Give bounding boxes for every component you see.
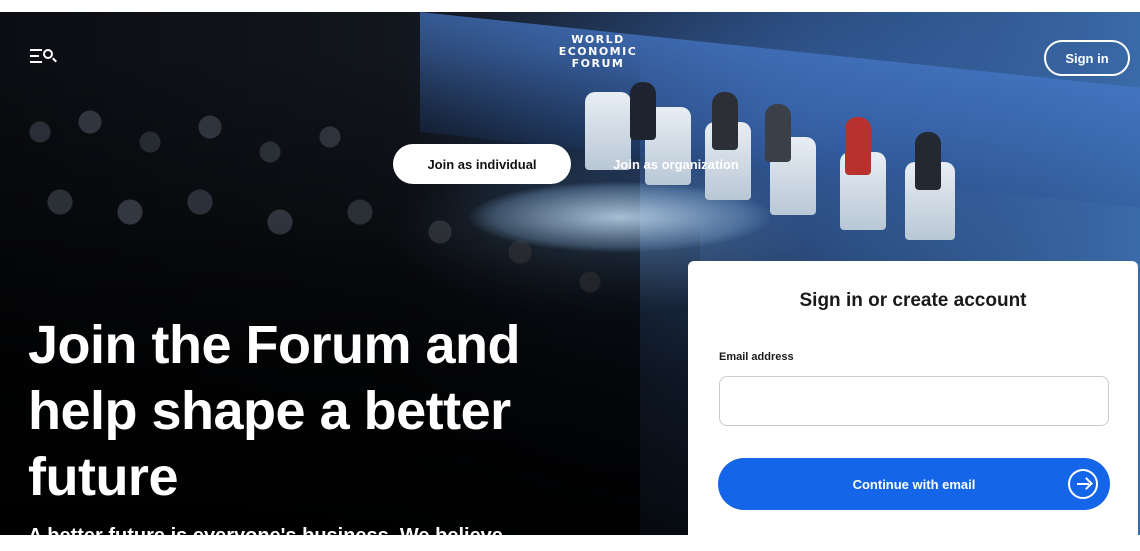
join-as-individual-tab[interactable]: Join as individual [393, 144, 571, 184]
join-as-organization-tab[interactable]: Join as organization [596, 144, 756, 184]
sign-in-button[interactable]: Sign in [1044, 40, 1130, 76]
panelist [765, 104, 791, 162]
continue-button-label: Continue with email [852, 476, 976, 492]
signin-card-title: Sign in or create account [799, 290, 1027, 311]
panelist [712, 92, 738, 150]
logo-line-forum: FORUM [571, 57, 625, 70]
menu-search-button[interactable] [30, 46, 60, 68]
signin-card: Sign in or create account Email address … [688, 261, 1138, 551]
menu-icon [30, 49, 42, 67]
panelist [915, 132, 941, 190]
hero-title-line: Join the Forum and [28, 315, 521, 375]
hero-subtitle-text: A better future is everyone's business. … [28, 525, 503, 535]
hero-title-line: help shape a better [28, 381, 511, 441]
continue-with-email-button[interactable]: Continue with email [718, 458, 1110, 510]
email-field[interactable] [719, 376, 1109, 426]
email-label: Email address [719, 351, 794, 363]
panelist [845, 117, 871, 175]
hero-subtitle: A better future is everyone's business. … [28, 524, 668, 535]
hero-title-line: future [28, 447, 178, 507]
hero-title: Join the Forum and help shape a better f… [28, 312, 648, 510]
search-icon [43, 49, 53, 59]
wef-logo[interactable]: WORLD ECONOMIC FORUM [548, 34, 648, 70]
arrow-right-circle-icon [1068, 469, 1098, 499]
